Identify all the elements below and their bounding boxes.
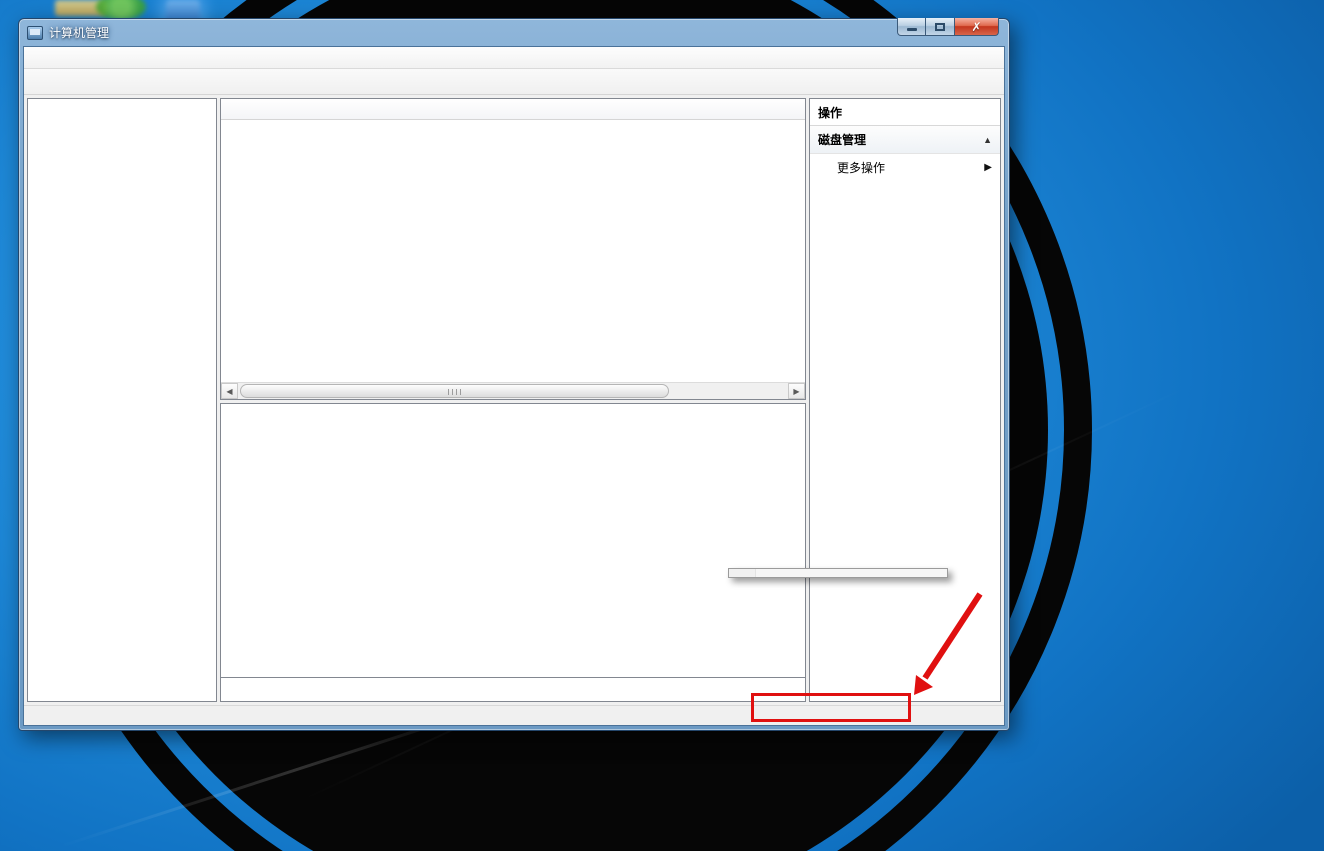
close-button[interactable]: ✗ — [954, 18, 999, 36]
scroll-left-button[interactable]: ◀ — [221, 383, 238, 399]
maximize-icon — [935, 23, 945, 31]
titlebar[interactable]: 计算机管理 ✗ — [19, 19, 1009, 46]
actions-header: 操作 — [810, 99, 1000, 126]
volume-list-header — [221, 99, 805, 120]
submenu-arrow-icon: ▶ — [984, 162, 992, 173]
volume-list-pane: ◀ ▶ — [220, 98, 806, 400]
console-tree-panel — [27, 98, 217, 702]
more-actions-item[interactable]: 更多操作 ▶ — [810, 154, 1000, 181]
minimize-icon — [907, 28, 917, 31]
status-bar — [24, 705, 1004, 725]
toolbar — [24, 69, 1004, 95]
collapse-icon[interactable]: ▲ — [983, 135, 992, 145]
horizontal-scrollbar[interactable]: ◀ ▶ — [221, 382, 805, 399]
actions-panel: 操作 磁盘管理 ▲ 更多操作 ▶ — [809, 98, 1001, 702]
scrollbar-grip — [448, 389, 462, 395]
actions-section-label: 磁盘管理 — [818, 131, 866, 148]
window-controls: ✗ — [897, 18, 999, 36]
minimize-button[interactable] — [897, 18, 926, 36]
disk-graphical-pane — [220, 403, 806, 702]
window-icon — [27, 26, 43, 40]
maximize-button[interactable] — [926, 18, 954, 36]
scrollbar-thumb[interactable] — [240, 384, 669, 398]
center-panel: ◀ ▶ — [220, 98, 806, 702]
scroll-right-button[interactable]: ▶ — [788, 383, 805, 399]
disk-legend — [221, 677, 805, 701]
menu-bar — [24, 47, 1004, 69]
window-title: 计算机管理 — [49, 24, 109, 41]
window-body: ◀ ▶ 操作 磁盘管理 ▲ 更多操作 — [23, 46, 1005, 726]
actions-section-disk-management[interactable]: 磁盘管理 ▲ — [810, 126, 1000, 154]
main-area: ◀ ▶ 操作 磁盘管理 ▲ 更多操作 — [24, 95, 1004, 705]
volume-context-menu — [728, 568, 948, 578]
scrollbar-track[interactable] — [238, 383, 788, 399]
computer-management-window: 计算机管理 ✗ ◀ ▶ — [18, 18, 1010, 731]
background-app-icon — [96, 0, 146, 20]
close-icon: ✗ — [971, 20, 981, 34]
more-actions-label: 更多操作 — [837, 159, 885, 176]
